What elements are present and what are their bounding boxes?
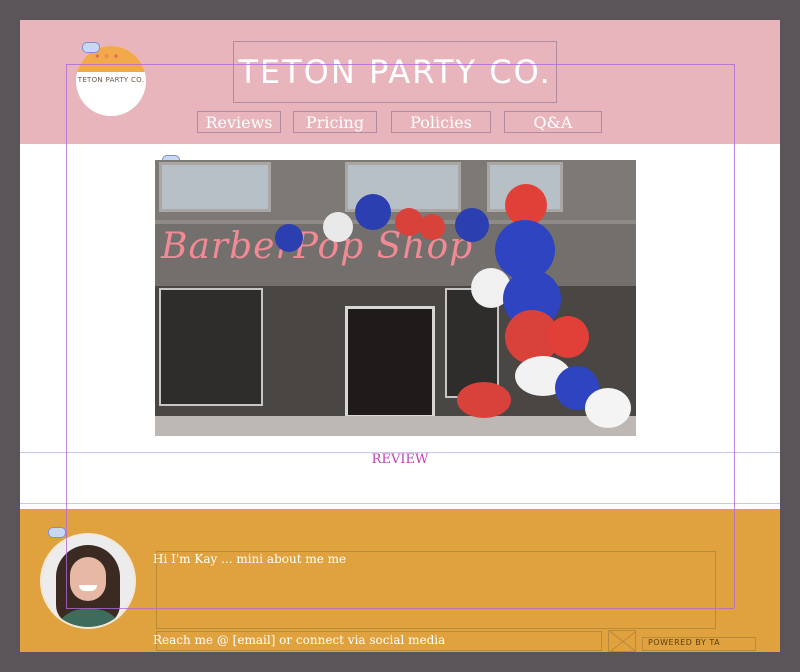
logo[interactable]: ✦ ✧ ✦ TETON PARTY CO.	[76, 46, 146, 116]
guide-line	[66, 64, 734, 65]
nav-pricing[interactable]: Pricing	[293, 111, 377, 133]
balloon	[457, 382, 511, 418]
balloon	[419, 214, 445, 240]
balloon	[323, 212, 353, 242]
contact-text[interactable]: Reach me @ [email] or connect via social…	[153, 633, 445, 647]
hero-image: BarberPop Shop	[155, 160, 636, 436]
balloon	[547, 316, 589, 358]
nav-reviews[interactable]: Reviews	[197, 111, 281, 133]
balloon	[455, 208, 489, 242]
page-canvas: ✦ ✧ ✦ TETON PARTY CO. TETON PARTY CO. Re…	[20, 20, 780, 652]
bio-text: Hi I'm Kay ... mini about me me	[153, 552, 347, 566]
balloon	[355, 194, 391, 230]
sprinkles-icon: ✦ ✧ ✦	[94, 52, 120, 61]
avatar	[40, 533, 136, 629]
nav-qa[interactable]: Q&A	[504, 111, 602, 133]
sidewalk	[155, 416, 636, 436]
avatar-face	[70, 557, 106, 601]
social-placeholder-icon[interactable]	[608, 630, 636, 652]
review-heading[interactable]: REVIEW	[20, 452, 780, 467]
shop-door	[345, 306, 435, 418]
powered-by-text: POWERED BY TA	[648, 638, 721, 647]
guide-line	[734, 64, 735, 608]
guide-line	[66, 64, 67, 608]
site-footer: Hi I'm Kay ... mini about me me Reach me…	[20, 509, 780, 652]
balloon	[585, 388, 631, 428]
site-title: TETON PARTY CO.	[238, 53, 552, 91]
upper-window	[159, 162, 271, 212]
link-tag-icon	[48, 527, 66, 538]
nav-policies[interactable]: Policies	[391, 111, 491, 133]
guide-line	[66, 608, 734, 609]
site-header: ✦ ✧ ✦ TETON PARTY CO. TETON PARTY CO. Re…	[20, 20, 780, 144]
logo-text: TETON PARTY CO.	[77, 76, 145, 84]
site-title-box: TETON PARTY CO.	[233, 41, 557, 103]
link-tag-icon	[82, 42, 100, 53]
balloon	[275, 224, 303, 252]
shop-window	[159, 288, 263, 406]
